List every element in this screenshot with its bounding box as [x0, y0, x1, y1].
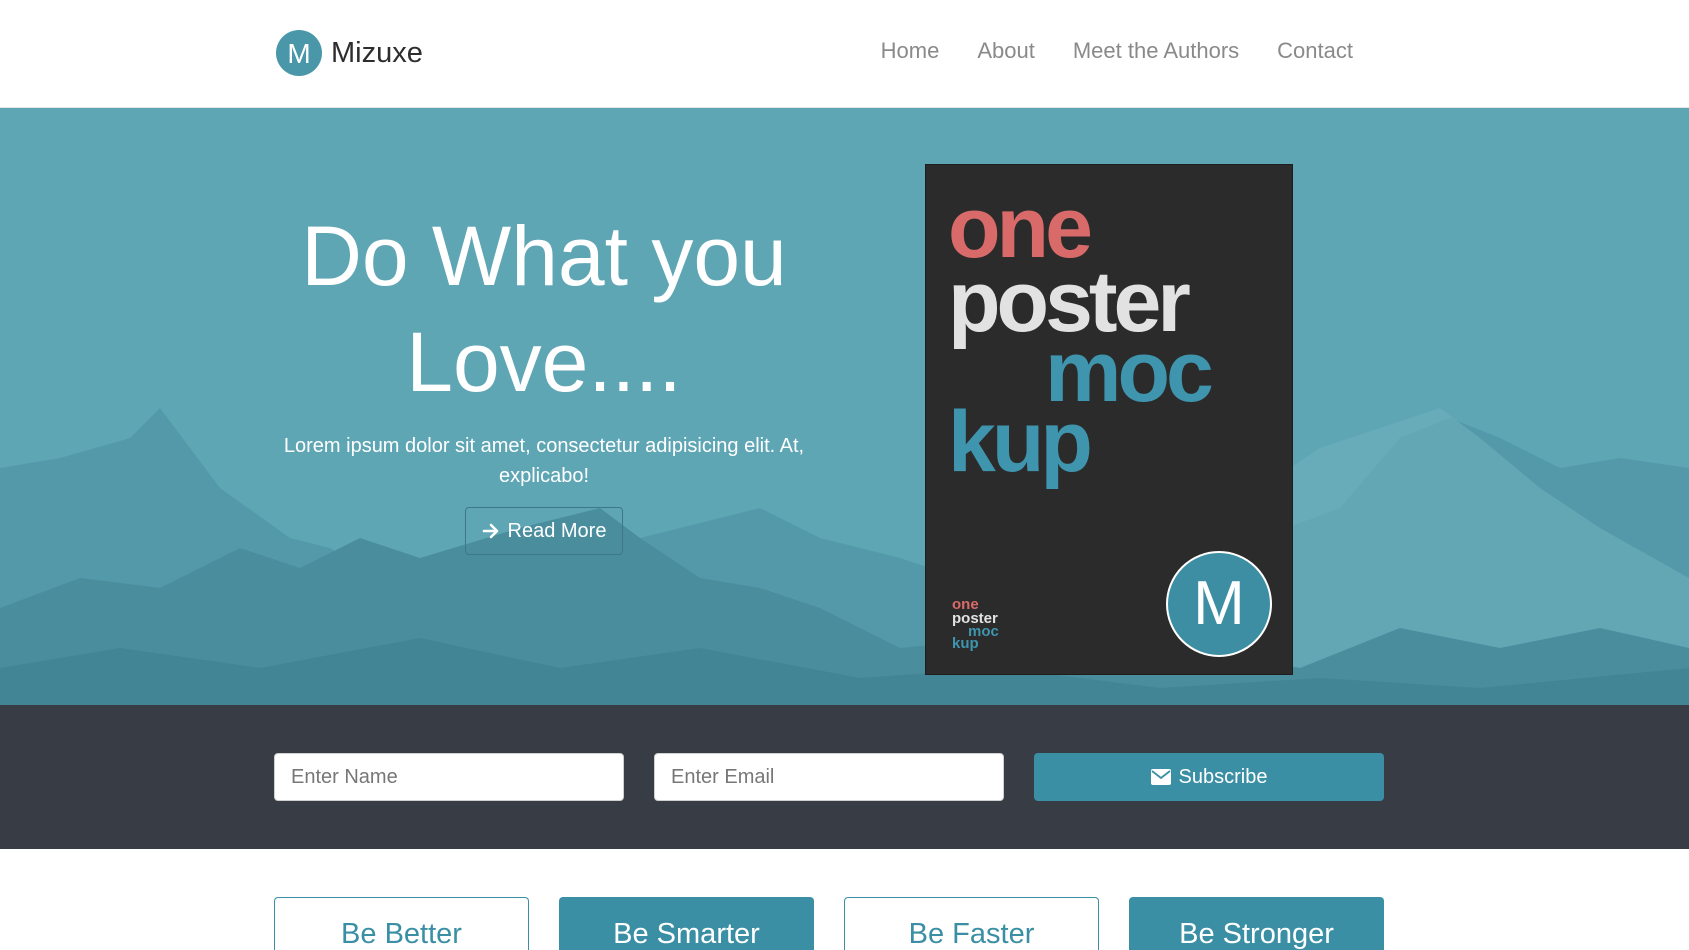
feature-label: Be Better — [341, 918, 462, 950]
subscribe-label: Subscribe — [1178, 765, 1268, 788]
feature-label: Be Faster — [908, 918, 1035, 950]
navbar: M Mizuxe Home About Meet the Authors Con… — [0, 0, 1689, 108]
subscribe-button[interactable]: Subscribe — [1034, 753, 1384, 801]
read-more-button[interactable]: Read More — [464, 507, 624, 555]
feature-label: Be Stronger — [1179, 918, 1334, 950]
brand-name: Mizuxe — [331, 36, 423, 69]
poster-word-kup: kup — [948, 394, 1089, 490]
hero-text-block: Do What you Love.... Lorem ipsum dolor s… — [276, 203, 812, 555]
hero-subtitle: Lorem ipsum dolor sit amet, consectetur … — [283, 435, 805, 487]
poster-mini-wordmark: one poster moc kup — [952, 596, 999, 652]
arrow-right-icon — [482, 523, 498, 539]
feature-label: Be Smarter — [613, 918, 760, 950]
nav-menu: Home About Meet the Authors Contact — [881, 38, 1353, 64]
read-more-label: Read More — [507, 519, 607, 542]
nav-authors-link[interactable]: Meet the Authors — [1073, 38, 1239, 64]
brand-link[interactable]: M Mizuxe — [276, 30, 423, 76]
nav-home-link[interactable]: Home — [881, 38, 940, 64]
nav-contact-link[interactable]: Contact — [1277, 38, 1353, 64]
feature-be-smarter: Be Smarter — [559, 897, 814, 950]
poster-mini-kup: kup — [952, 635, 979, 652]
brand-logo-icon: M — [276, 30, 322, 76]
poster-badge-letter: M — [1193, 569, 1245, 638]
poster-badge-icon: M — [1166, 551, 1272, 657]
email-input[interactable] — [654, 753, 1004, 801]
poster-wordmark: one poster moc kup — [948, 180, 1216, 490]
envelope-icon — [1150, 769, 1171, 785]
hero-section: Do What you Love.... Lorem ipsum dolor s… — [0, 108, 1689, 705]
feature-be-better: Be Better — [274, 897, 529, 950]
nav-about-link[interactable]: About — [977, 38, 1035, 64]
mountains-background — [0, 408, 1689, 705]
feature-be-stronger: Be Stronger — [1129, 897, 1384, 950]
name-input[interactable] — [274, 753, 624, 801]
feature-be-faster: Be Faster — [844, 897, 1099, 950]
subscribe-section: Subscribe — [0, 705, 1689, 849]
brand-logo-letter: M — [287, 38, 310, 69]
poster-image: one poster moc kup one poster moc kup M — [925, 164, 1293, 675]
hero-title: Do What you Love.... — [301, 209, 787, 409]
